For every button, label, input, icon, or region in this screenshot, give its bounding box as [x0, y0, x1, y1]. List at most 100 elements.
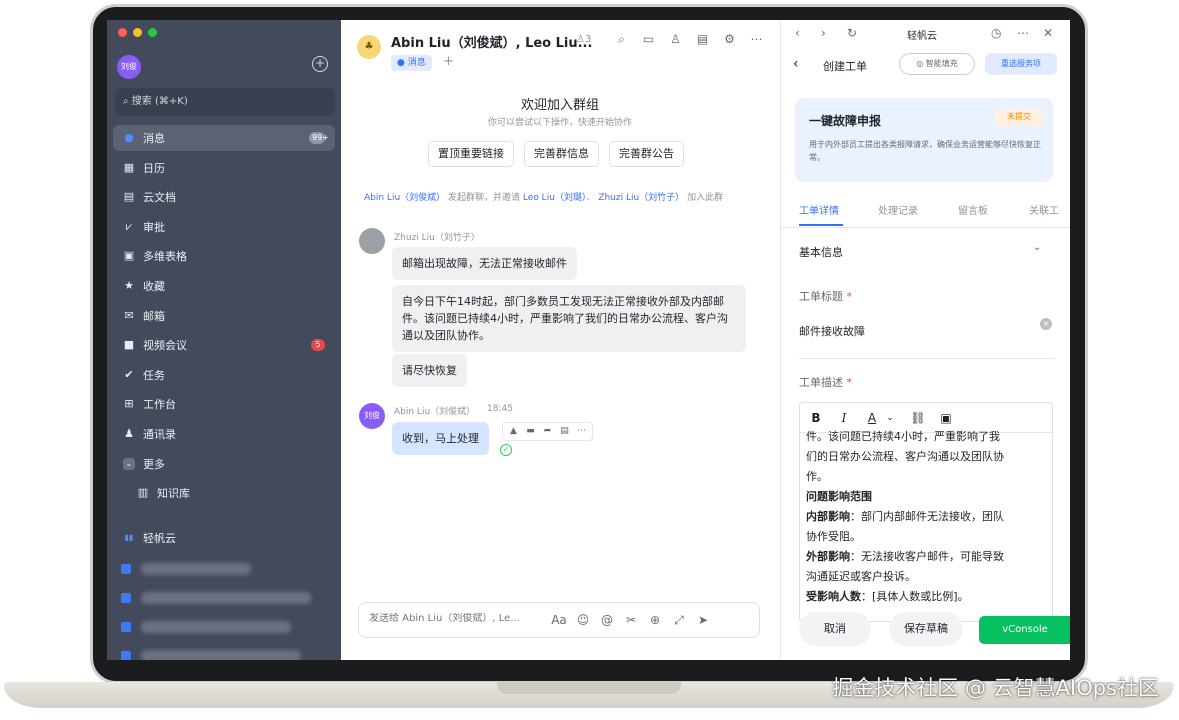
members-icon: ♙ [576, 34, 585, 45]
table-icon: ▣ [123, 249, 135, 263]
clear-icon[interactable]: × [1040, 318, 1052, 330]
sidebar-item-wiki[interactable]: ▥ 知识库 [113, 480, 335, 506]
tab-details[interactable]: 工单详情 [799, 202, 839, 217]
chevron-down-icon: ⌄ [123, 457, 135, 470]
settings-icon[interactable]: ⚙ [722, 32, 737, 47]
expand-icon[interactable]: ⤢ [671, 612, 687, 628]
clock-icon[interactable]: ◷ [991, 26, 1001, 40]
italic-icon[interactable]: I [836, 411, 852, 425]
image-icon[interactable]: ▣ [938, 411, 954, 425]
chevron-down-icon[interactable]: ⌄ [882, 413, 898, 423]
blurred-chat-row[interactable] [121, 620, 321, 634]
blurred-chat-row[interactable] [121, 649, 321, 660]
refresh-icon[interactable]: ↻ [847, 26, 857, 40]
copy-icon[interactable]: ▤ [558, 425, 571, 438]
message-bubble[interactable]: 自今日下午14时起，部门多数员工发现无法正常接收外部及内部邮件。该问题已持续4小… [392, 285, 746, 352]
reselect-service-button[interactable]: 重选服务项 [985, 53, 1057, 75]
save-draft-button[interactable]: 保存草稿 [889, 612, 963, 646]
sidebar-item-tasks[interactable]: ✔ 任务 [113, 362, 335, 388]
message-input[interactable] [369, 613, 549, 624]
sidebar-item-mail[interactable]: ✉ 邮箱 [113, 303, 335, 329]
search-input[interactable]: ⌕ 搜索 (⌘+K) [115, 88, 335, 116]
chevron-down-icon[interactable]: ⌄ [1033, 242, 1041, 253]
message-bubble[interactable]: 邮箱出现故障，无法正常接收邮件 [392, 247, 577, 280]
grid-icon: ⊞ [124, 397, 134, 411]
tab-related[interactable]: 关联工 [1029, 202, 1059, 217]
more-icon[interactable]: ⋯ [575, 425, 588, 438]
blurred-chat-row[interactable] [121, 591, 321, 605]
sidebar-item-contacts[interactable]: ♟ 通讯录 [113, 421, 335, 447]
member-count[interactable]: ♙3 [576, 34, 591, 45]
group-avatar[interactable]: ♣ [357, 35, 381, 59]
user-link[interactable]: Abin Liu（刘俊斌） [364, 193, 445, 203]
book-icon: ▥ [137, 486, 149, 500]
sidebar-item-base[interactable]: ▣ 多维表格 [113, 243, 335, 269]
sidebar-item-qingfanyun[interactable]: ▮▮ 轻帆云 [113, 525, 335, 551]
back-icon[interactable]: ‹ [795, 26, 800, 40]
minimize-window-button[interactable] [133, 28, 142, 37]
thumbs-up-icon[interactable]: ▲ [507, 425, 520, 438]
smart-fill-button[interactable]: ◎ 智能填充 [899, 53, 975, 75]
tab-comments[interactable]: 留言板 [958, 202, 988, 217]
board-icon[interactable]: ▤ [695, 32, 710, 47]
add-member-icon[interactable]: ♙ [668, 32, 683, 47]
vconsole-button[interactable]: vConsole [979, 616, 1070, 644]
more-icon[interactable]: ⋯ [749, 32, 764, 47]
sidebar-item-workplace[interactable]: ⊞ 工作台 [113, 391, 335, 417]
avatar[interactable]: 刘俊 [117, 55, 141, 79]
reply-icon[interactable]: ▬ [524, 425, 537, 438]
text-color-icon[interactable]: A [864, 411, 880, 425]
sidebar-item-docs[interactable]: ▤ 云文档 [113, 184, 335, 210]
bold-icon[interactable]: B [808, 411, 824, 425]
sidebar-item-label: 消息 [143, 132, 165, 145]
sidebar-item-approval[interactable]: ⩗ 审批 [113, 214, 335, 240]
ticket-title-input[interactable]: 邮件接收故障 [799, 323, 865, 339]
section-title: 基本信息 [799, 246, 843, 259]
forward-icon[interactable]: › [821, 26, 826, 40]
send-icon[interactable]: ➤ [695, 612, 711, 628]
editor-line: 作。 [806, 470, 828, 483]
message-bubble[interactable]: 请尽快恢复 [392, 354, 467, 387]
sidebar-item-meetings[interactable]: ■ 视频会议 5 [113, 332, 335, 358]
emoji-icon[interactable]: ☺ [575, 612, 591, 628]
editor-content[interactable]: 件。该问题已持续4小时，严重影响了我 们的日常办公流程、客户沟通以及团队协 作。… [806, 427, 1048, 607]
add-tab-button[interactable]: + [443, 54, 454, 69]
avatar[interactable] [359, 228, 385, 254]
tab-records[interactable]: 处理记录 [878, 202, 918, 217]
mention-icon[interactable]: @ [599, 612, 615, 628]
pin-link-button[interactable]: 置顶重要链接 [428, 141, 514, 167]
back-arrow-icon[interactable]: ‹ [793, 56, 799, 72]
link-icon[interactable]: ⛓ [910, 411, 926, 425]
close-icon[interactable]: ✕ [1043, 26, 1053, 40]
system-message: Abin Liu（刘俊斌） 发起群聊，并邀请 Leo Liu（刘璐）、 Zhuz… [364, 190, 723, 203]
sidebar-item-messages[interactable]: ● 消息 99+ [113, 125, 335, 151]
screenshot-icon[interactable]: ✂ [623, 612, 639, 628]
maximize-window-button[interactable] [148, 28, 157, 37]
complete-announcement-button[interactable]: 完善群公告 [609, 141, 684, 167]
description-editor[interactable]: B I A ⌄ ⛓ ▣ 件。该问题已持续4小时，严重影响了我 们的日常办公流程、… [799, 402, 1053, 622]
blurred-chat-row[interactable] [121, 562, 321, 576]
user-link[interactable]: Leo Liu（刘璐） [523, 193, 586, 203]
tab-messages[interactable]: ● 消息 [391, 55, 432, 71]
complete-group-info-button[interactable]: 完善群信息 [524, 141, 599, 167]
add-icon[interactable]: ⊕ [647, 612, 663, 628]
user-link[interactable]: Zhuzi Liu（刘竹子） [598, 193, 684, 203]
cancel-button[interactable]: 取消 [799, 612, 871, 646]
chat-title[interactable]: Abin Liu（刘俊斌）, Leo Liu... [391, 32, 592, 51]
sidebar-item-favorites[interactable]: ★ 收藏 [113, 273, 335, 299]
sidebar-item-more[interactable]: ⌄ 更多 [113, 451, 335, 477]
search-icon[interactable]: ⌕ [614, 32, 629, 47]
message-bubble[interactable]: 收到，马上处理 [392, 422, 489, 455]
plus-icon[interactable]: + [312, 56, 328, 72]
video-call-icon[interactable]: ▭ [641, 32, 656, 47]
field-desc-label: 工单描述 * [799, 374, 852, 390]
sender-name[interactable]: Zhuzi Liu（刘竹子） [394, 230, 480, 243]
text-format-icon[interactable]: Aa [551, 612, 567, 628]
sidebar-item-calendar[interactable]: ▦ 日历 [113, 155, 335, 181]
more-icon[interactable]: ⋯ [1017, 26, 1029, 40]
close-window-button[interactable] [118, 28, 127, 37]
sender-name[interactable]: Abin Liu（刘俊斌） [394, 404, 475, 417]
avatar[interactable]: 刘俊 [359, 403, 385, 429]
forward-icon[interactable]: ➦ [541, 425, 554, 438]
sidebar-item-label: 审批 [143, 220, 165, 234]
